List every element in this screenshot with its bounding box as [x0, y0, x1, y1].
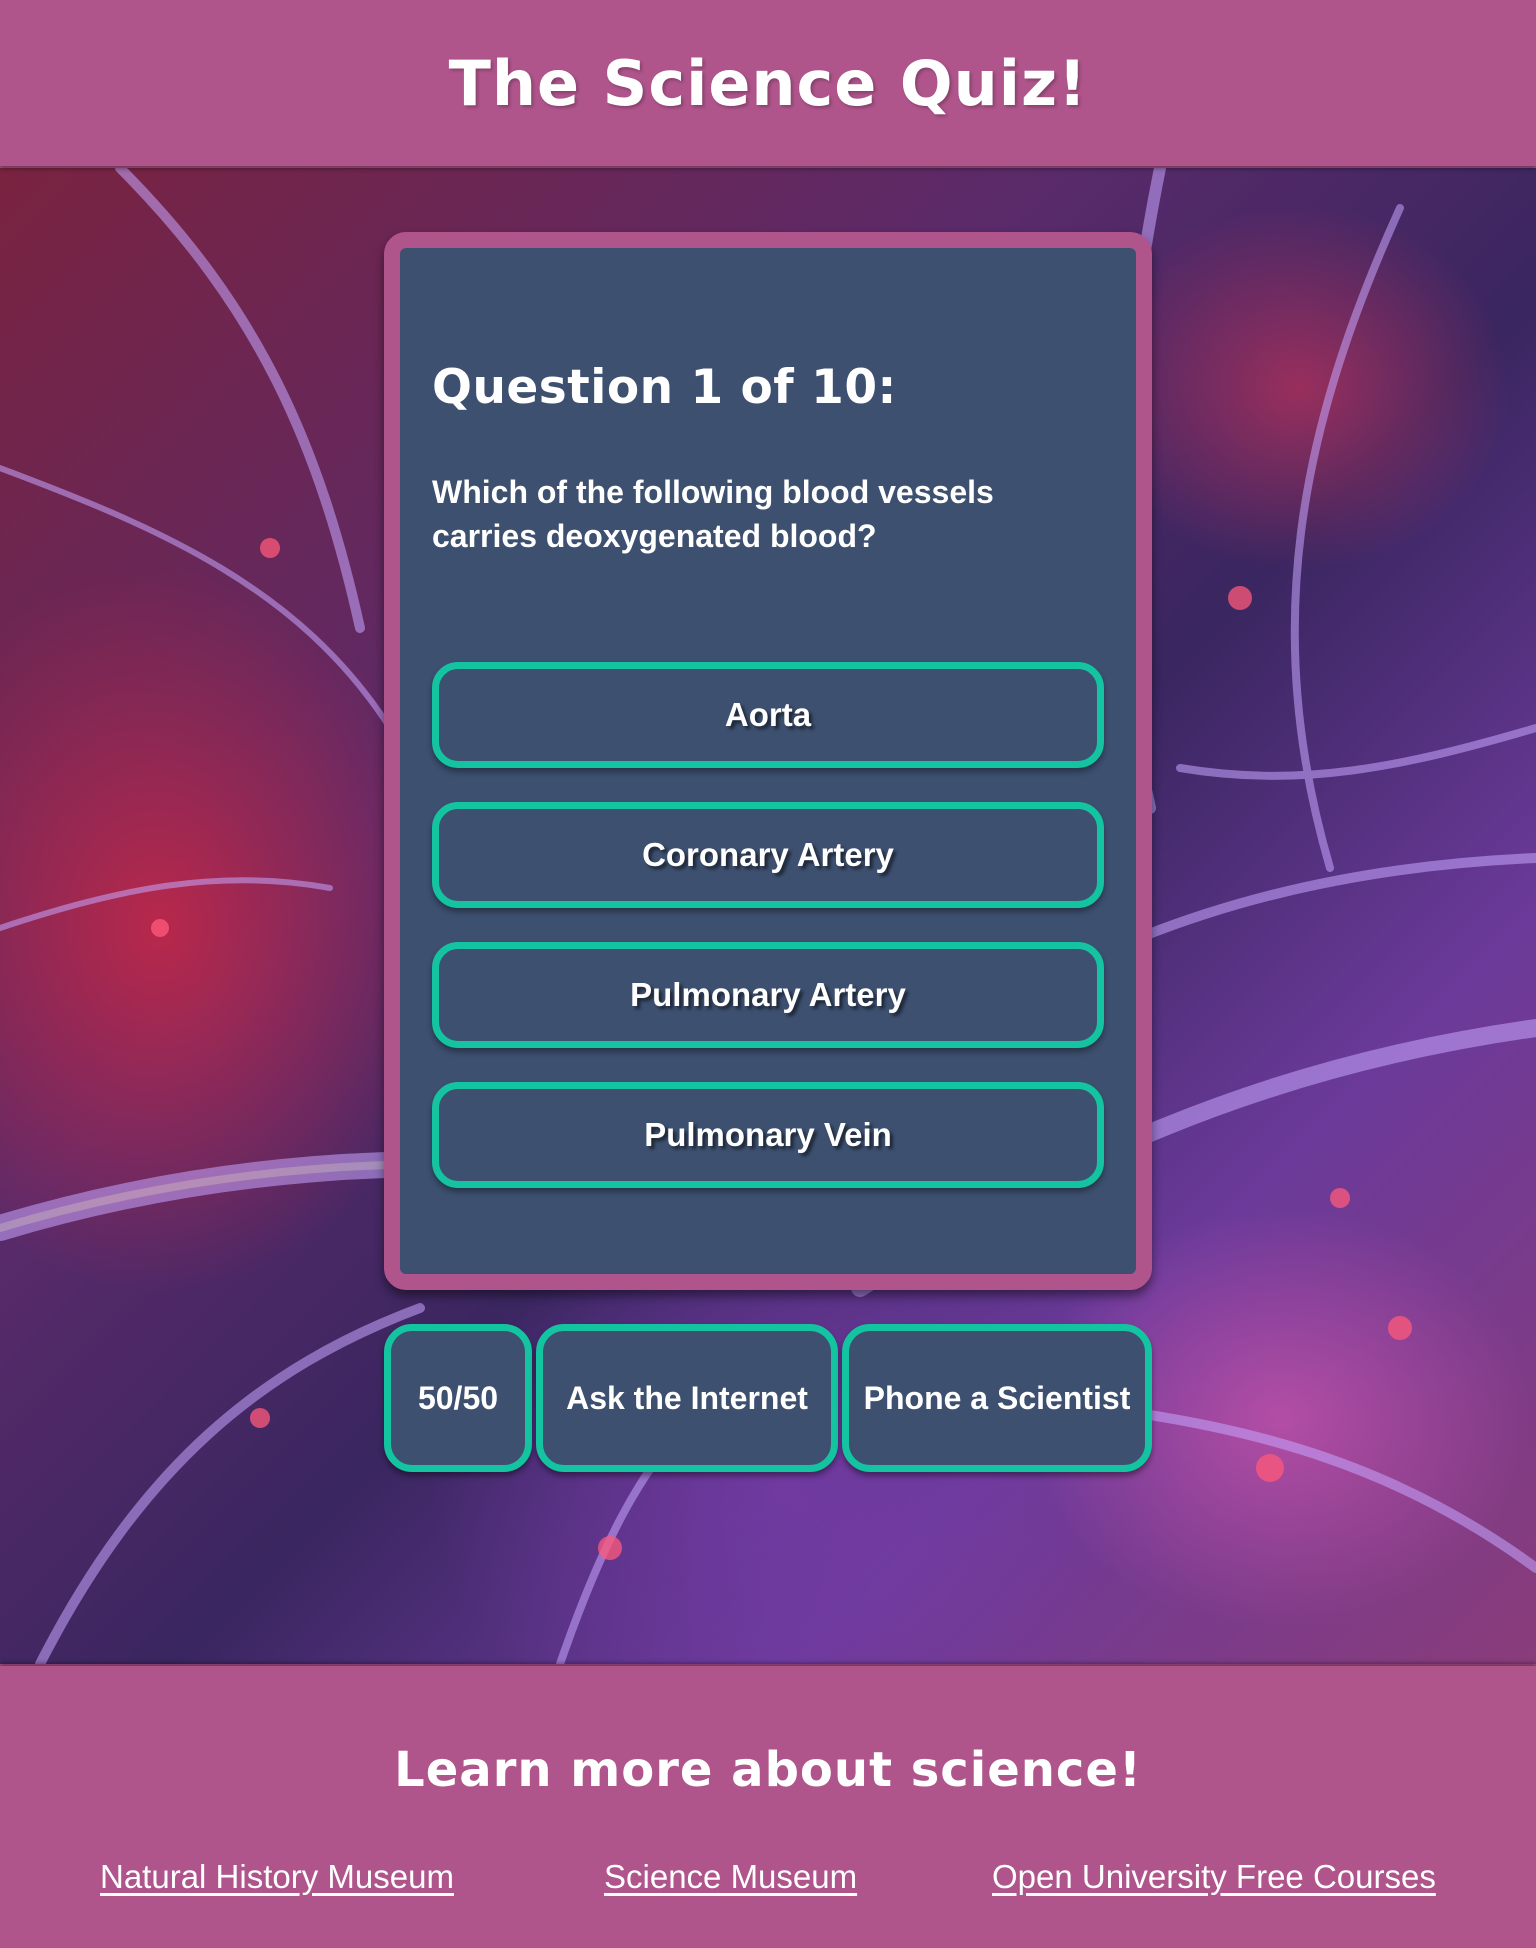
question-card: Question 1 of 10: Which of the following…: [384, 232, 1152, 1290]
answer-button-1[interactable]: Aorta: [432, 662, 1104, 768]
answer-button-2[interactable]: Coronary Artery: [432, 802, 1104, 908]
science-museum-link[interactable]: Science Museum: [604, 1858, 857, 1896]
question-text: Which of the following blood vessels car…: [432, 474, 994, 554]
phone-scientist-button[interactable]: Phone a Scientist: [842, 1324, 1152, 1472]
open-university-link[interactable]: Open University Free Courses: [992, 1858, 1436, 1896]
footer-heading: Learn more about science!: [394, 1742, 1142, 1798]
answer-button-3[interactable]: Pulmonary Artery: [432, 942, 1104, 1048]
ask-internet-button[interactable]: Ask the Internet: [536, 1324, 838, 1472]
fifty-fifty-button[interactable]: 50/50: [384, 1324, 532, 1472]
question-number: Question 1 of 10:: [432, 360, 897, 415]
natural-history-museum-link[interactable]: Natural History Museum: [100, 1858, 454, 1896]
site-header: The Science Quiz!: [0, 0, 1536, 166]
page-title: The Science Quiz!: [448, 46, 1088, 120]
site-footer: Learn more about science! Natural Histor…: [0, 1666, 1536, 1948]
answer-button-4[interactable]: Pulmonary Vein: [432, 1082, 1104, 1188]
